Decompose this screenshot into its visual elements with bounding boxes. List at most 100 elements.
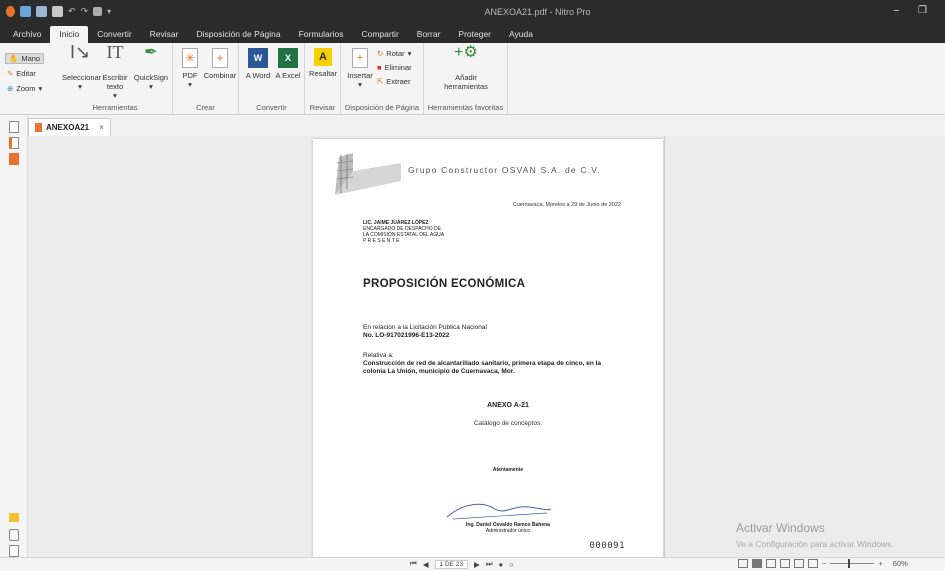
zoom-out-icon[interactable]: − (822, 559, 826, 568)
addressee-line: P R E S E N T E (363, 238, 400, 244)
tab-proteger[interactable]: Proteger (449, 26, 500, 43)
subject-block: Relativa a: Construcción de red de alcan… (363, 352, 625, 375)
chevron-down-icon: ▾ (38, 84, 43, 93)
signatures-icon[interactable] (9, 529, 19, 541)
cover-view-icon[interactable] (794, 559, 804, 568)
zoom-slider[interactable] (830, 559, 875, 568)
folio-number: 000091 (589, 541, 625, 551)
combine-icon: + (212, 48, 228, 68)
group-label: Herramientas favoritas (427, 103, 504, 112)
type-text-button[interactable]: IT Escribir texto ▾ (98, 42, 132, 100)
activation-watermark-text: Ve a Configuración para activar Windows. (736, 539, 894, 549)
next-page-icon[interactable]: ▶ (474, 560, 480, 569)
tab-ayuda[interactable]: Ayuda (500, 26, 542, 43)
group-herramientas: I↘ Seleccionar ▾ IT Escribir texto ▾ ✒ Qui… (58, 43, 173, 115)
group-favoritas: +⚙ Añadir herramientas Herramientas favo… (424, 43, 508, 115)
tab-formularios[interactable]: Formularios (290, 26, 353, 43)
forward-view-icon[interactable]: ○ (509, 560, 514, 569)
minimize-button[interactable]: − (893, 5, 899, 17)
zoom-icon: ⊕ (7, 84, 14, 93)
zoom-slider-thumb[interactable] (848, 559, 851, 568)
group-convertir: W A Word X A Excel Convertir (239, 43, 305, 115)
attachments-icon[interactable] (9, 153, 19, 165)
insert-button[interactable]: + Insertar ▾ (344, 48, 376, 89)
document-heading: PROPOSICIÓN ECONÓMICA (363, 278, 526, 290)
last-page-icon[interactable]: ⏭ (486, 559, 493, 569)
output-icon[interactable] (9, 545, 19, 557)
cursor-text-icon: I↘ (69, 42, 91, 62)
tab-compartir[interactable]: Compartir (352, 26, 407, 43)
first-page-icon[interactable]: ⏮ (410, 559, 417, 569)
group-disposicion: + Insertar ▾ ↻ Rotar ▾ ■ Eliminar ⇱ Extraer D… (341, 43, 424, 115)
comments-icon[interactable] (9, 513, 19, 522)
signer-block: Ing. Daniel Osvaldo Ramos Bahena Adminis… (313, 522, 663, 534)
excel-icon: X (278, 48, 298, 68)
tab-archivo[interactable]: Archivo (4, 26, 50, 43)
annex-subtitle: Catálogo de conceptos. (473, 420, 543, 427)
facing-continuous-view-icon[interactable] (780, 559, 790, 568)
chevron-down-icon: ▾ (78, 82, 82, 91)
zoom-level: 60% (892, 559, 908, 568)
insert-page-icon: + (352, 48, 368, 68)
add-tools-button[interactable]: +⚙ Añadir herramientas (434, 44, 498, 92)
word-icon: W (248, 48, 268, 68)
pages-icon[interactable] (9, 121, 19, 133)
zoom-in-icon[interactable]: + (878, 559, 882, 568)
view-controls: − + 60% (738, 559, 908, 568)
group-label: Herramientas (92, 103, 138, 112)
menu-bar: Archivo Inicio Convertir Revisar Disposi… (0, 26, 945, 43)
quicksign-button[interactable]: ✒ QuickSign ▾ (132, 44, 170, 92)
subject-text: Construcción de red de alcantarillado sa… (363, 359, 602, 375)
delete-page-button[interactable]: ■ Eliminar (377, 63, 412, 72)
signature-scribble (446, 503, 552, 520)
fit-view-icon[interactable] (808, 559, 818, 568)
chevron-down-icon: ▾ (149, 82, 153, 91)
select-button[interactable]: I↘ Seleccionar ▾ (62, 42, 101, 91)
status-bar: ⏮ ◀ 1 DE 23 ▶ ⏭ ● ○ − + 60% (0, 557, 945, 571)
extract-icon: ⇱ (377, 77, 384, 86)
group-revisar: A Resaltar Revisar (305, 43, 341, 115)
chevron-down-icon: ▾ (358, 80, 362, 89)
pdf-new-icon: ✳ (182, 48, 198, 68)
tab-convertir[interactable]: Convertir (88, 26, 140, 43)
group-label: Revisar (309, 103, 336, 112)
tab-disposicion[interactable]: Disposición de Página (187, 26, 289, 43)
page-divider (664, 136, 665, 557)
to-word-button[interactable]: W A Word (245, 48, 271, 80)
signature-pen-icon: ✒ (144, 44, 158, 61)
group-label: Convertir (256, 103, 287, 112)
tab-borrar[interactable]: Borrar (408, 26, 450, 43)
tab-inicio[interactable]: Inicio (50, 26, 89, 43)
back-view-icon[interactable]: ● (499, 560, 504, 569)
activation-watermark-title: Activar Windows (736, 521, 825, 535)
annex-title: ANEXO A-21 (487, 402, 529, 409)
single-page-view-icon[interactable] (738, 559, 748, 568)
page-number-field[interactable]: 1 DE 23 (434, 559, 469, 569)
zoom-button[interactable]: ⊕ Zoom ▾ (7, 84, 42, 93)
prev-page-icon[interactable]: ◀ (423, 560, 429, 569)
group-crear: ✳ PDF ▾ + Combinar Crear (173, 43, 239, 115)
to-excel-button[interactable]: X A Excel (275, 48, 301, 80)
hand-tool-button[interactable]: ✋ Mano (5, 53, 45, 64)
rotate-button[interactable]: ↻ Rotar ▾ (377, 49, 411, 58)
group-navigation: ✋ Mano ✎ Editar ⊕ Zoom ▾ (0, 43, 58, 115)
restore-button[interactable]: ❒ (918, 5, 927, 16)
combine-button[interactable]: + Combinar (203, 48, 237, 80)
group-label: Crear (196, 103, 215, 112)
extract-button[interactable]: ⇱ Extraer (377, 77, 410, 86)
company-logo (335, 153, 401, 195)
addressee-block: LIC. JAIME JUÁREZ LÓPEZ ENCARGADO DE DES… (363, 220, 444, 244)
text-tool-icon: IT (106, 42, 124, 62)
edit-tool-button[interactable]: ✎ Editar (7, 69, 36, 78)
highlight-button[interactable]: A Resaltar (308, 48, 338, 78)
hand-icon: ✋ (9, 54, 19, 63)
facing-view-icon[interactable] (766, 559, 776, 568)
add-tools-icon: +⚙ (454, 44, 478, 61)
tab-revisar[interactable]: Revisar (141, 26, 188, 43)
pdf-page[interactable]: Grupo Constructor OSVAN S.A. de C.V. Cue… (313, 139, 663, 557)
document-tab[interactable]: ANEXOA21 × (28, 118, 111, 136)
continuous-view-icon[interactable] (752, 559, 762, 568)
create-pdf-button[interactable]: ✳ PDF ▾ (177, 48, 203, 89)
close-tab-icon[interactable]: × (99, 123, 104, 132)
bookmarks-icon[interactable] (9, 137, 19, 149)
